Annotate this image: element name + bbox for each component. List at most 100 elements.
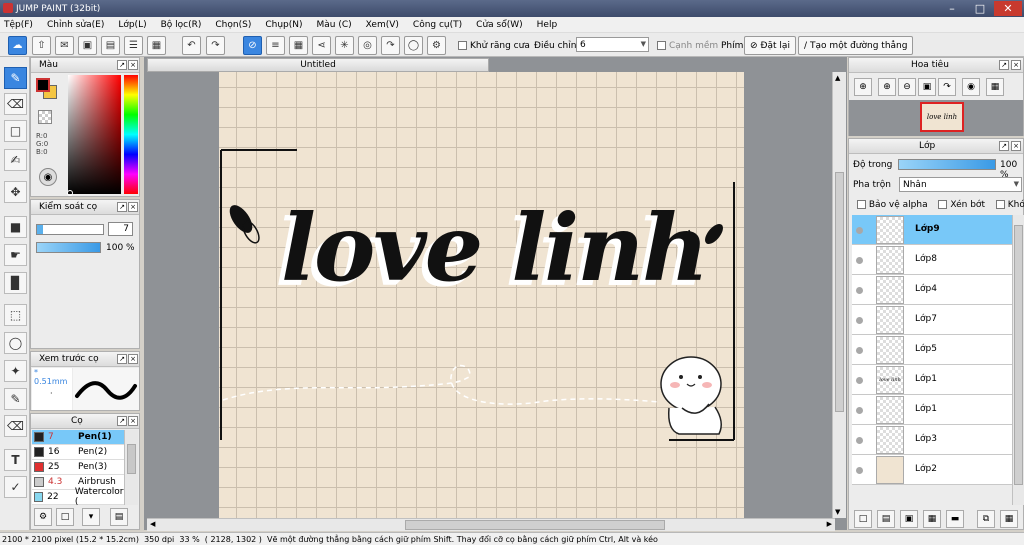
close-icon[interactable]: × xyxy=(1011,141,1021,151)
menu-help[interactable]: Help xyxy=(537,20,558,30)
close-icon[interactable]: × xyxy=(128,60,138,70)
close-icon[interactable]: × xyxy=(1011,60,1021,70)
select-eraser-icon[interactable]: ⌫ xyxy=(4,415,27,437)
blend-mode-select[interactable]: Nhân ▼ xyxy=(899,177,1022,192)
menu-edit[interactable]: Chỉnh sửa(E) xyxy=(47,20,104,30)
horizontal-scroll-thumb[interactable] xyxy=(405,520,665,530)
new-layer-copy-icon[interactable]: ▤ xyxy=(877,510,895,528)
brush-list-scrollbar[interactable] xyxy=(124,430,138,505)
visibility-icon[interactable] xyxy=(856,467,863,474)
close-button[interactable]: ✕ xyxy=(994,1,1022,16)
float-icon[interactable]: ↗ xyxy=(999,60,1009,70)
circle-snap-icon[interactable]: ◎ xyxy=(358,36,377,55)
layer-row[interactable]: love linh Lớp1 xyxy=(852,365,1012,395)
layer-opacity-slider[interactable] xyxy=(898,159,996,170)
radial-snap-icon[interactable]: ✳ xyxy=(335,36,354,55)
close-icon[interactable]: × xyxy=(128,354,138,364)
layers-scrollbar[interactable] xyxy=(1012,215,1024,505)
brush-item[interactable]: 25 Pen(3) xyxy=(32,460,124,475)
visibility-icon[interactable] xyxy=(856,257,863,264)
brush-folder-icon[interactable]: ▤ xyxy=(110,508,128,526)
actual-size-icon[interactable]: ▦ xyxy=(986,78,1004,96)
undo-icon[interactable]: ↶ xyxy=(182,36,201,55)
layer-row[interactable]: Lớp4 xyxy=(852,275,1012,305)
new-layer-icon[interactable]: □ xyxy=(854,510,872,528)
brush-menu-icon[interactable]: ▾ xyxy=(82,508,100,526)
no-snap-icon[interactable]: ⊘ xyxy=(243,36,262,55)
zoom-in-icon[interactable]: ⊕ xyxy=(854,78,872,96)
tab-untitled[interactable]: Untitled xyxy=(147,58,489,72)
menu-view[interactable]: Xem(V) xyxy=(366,20,399,30)
select-rect-icon[interactable]: □ xyxy=(4,120,27,142)
select-pen-icon[interactable]: ✎ xyxy=(4,388,27,410)
menu-tools[interactable]: Công cụ(T) xyxy=(413,20,462,30)
eraser-icon[interactable]: ⌫ xyxy=(4,93,27,115)
gradient-icon[interactable]: ▉ xyxy=(4,272,27,294)
close-icon[interactable]: × xyxy=(128,416,138,426)
comment-icon[interactable]: ✉ xyxy=(55,36,74,55)
delete-layer-icon[interactable]: ▦ xyxy=(1000,510,1018,528)
eyedropper-icon[interactable]: ✓ xyxy=(4,476,27,498)
close-icon[interactable]: × xyxy=(128,202,138,212)
soft-edge-checkbox[interactable] xyxy=(657,41,666,50)
curve-snap-icon[interactable]: ↷ xyxy=(381,36,400,55)
brush-item[interactable]: 16 Pen(2) xyxy=(32,445,124,460)
brush-item[interactable]: 22 Watercolor ( xyxy=(32,487,124,507)
menu-select[interactable]: Chọn(S) xyxy=(215,20,251,30)
cross-snap-icon[interactable]: ▦ xyxy=(289,36,308,55)
layer-row[interactable]: Lớp1 xyxy=(852,395,1012,425)
menu-color[interactable]: Màu (C) xyxy=(317,20,352,30)
select-marquee-icon[interactable]: ⬚ xyxy=(4,304,27,326)
brush-opacity-slider[interactable] xyxy=(36,242,101,253)
layer-row[interactable]: Lớp5 xyxy=(852,335,1012,365)
visibility-icon[interactable] xyxy=(856,407,863,414)
text-icon[interactable]: T xyxy=(4,449,27,471)
visibility-icon[interactable] xyxy=(856,317,863,324)
zoom-out-icon[interactable]: ⊖ xyxy=(898,78,916,96)
visibility-icon[interactable] xyxy=(856,287,863,294)
layer-row[interactable]: Lớp2 xyxy=(852,455,1012,485)
zoom-icon[interactable]: ⊕ xyxy=(878,78,896,96)
visibility-icon[interactable] xyxy=(856,227,863,234)
palette-icon[interactable]: ◉ xyxy=(39,168,57,186)
new-raster-icon[interactable]: ▣ xyxy=(900,510,918,528)
visibility-icon[interactable] xyxy=(856,437,863,444)
brush-settings-icon[interactable]: ⚙ xyxy=(34,508,52,526)
layer-row[interactable]: Lớp9 xyxy=(852,215,1012,245)
fit-icon[interactable]: ▣ xyxy=(918,78,936,96)
minimize-button[interactable]: – xyxy=(938,1,966,16)
ellipse-snap-icon[interactable]: ◯ xyxy=(404,36,423,55)
visibility-icon[interactable] xyxy=(856,377,863,384)
canvas-horizontal-scrollbar[interactable]: ◀ ▶ xyxy=(147,518,835,531)
clipping-checkbox[interactable] xyxy=(938,200,948,209)
new-halftone-icon[interactable]: ▦ xyxy=(923,510,941,528)
vertical-scroll-thumb[interactable] xyxy=(835,172,844,412)
reset-button[interactable]: ⊘ Đặt lại xyxy=(744,36,796,55)
reset-view-icon[interactable]: ◉ xyxy=(962,78,980,96)
antialias-checkbox[interactable] xyxy=(458,41,467,50)
bucket-icon[interactable]: ☛ xyxy=(4,244,27,266)
drawing-canvas[interactable]: love linh xyxy=(219,72,744,518)
vanishing-snap-icon[interactable]: ⋖ xyxy=(312,36,331,55)
transparent-swatch[interactable] xyxy=(38,110,52,124)
float-icon[interactable]: ↗ xyxy=(117,354,127,364)
float-icon[interactable]: ↗ xyxy=(117,202,127,212)
navigator-thumbnail[interactable]: love linh xyxy=(920,102,964,132)
protect-alpha-checkbox[interactable] xyxy=(857,200,866,209)
parallel-snap-icon[interactable]: ≡ xyxy=(266,36,285,55)
new-brush-icon[interactable]: □ xyxy=(56,508,74,526)
canvas-vertical-scrollbar[interactable]: ▲ ▼ xyxy=(832,72,846,518)
layer-row[interactable]: Lớp7 xyxy=(852,305,1012,335)
redo-icon[interactable]: ↷ xyxy=(206,36,225,55)
float-icon[interactable]: ↗ xyxy=(999,141,1009,151)
maximize-button[interactable]: □ xyxy=(966,1,994,16)
correction-select[interactable]: 6 ▼ xyxy=(576,37,649,52)
duplicate-layer-icon[interactable]: ⧉ xyxy=(977,510,995,528)
brush-size-slider[interactable] xyxy=(36,224,104,235)
layer-row[interactable]: Lớp3 xyxy=(852,425,1012,455)
document-icon[interactable]: ▤ xyxy=(101,36,120,55)
brush-size-value[interactable]: 7 xyxy=(108,222,133,236)
menu-window[interactable]: Cửa sổ(W) xyxy=(476,20,522,30)
folder-icon[interactable]: ▬ xyxy=(946,510,964,528)
scroll-down-icon[interactable]: ▼ xyxy=(835,508,840,516)
